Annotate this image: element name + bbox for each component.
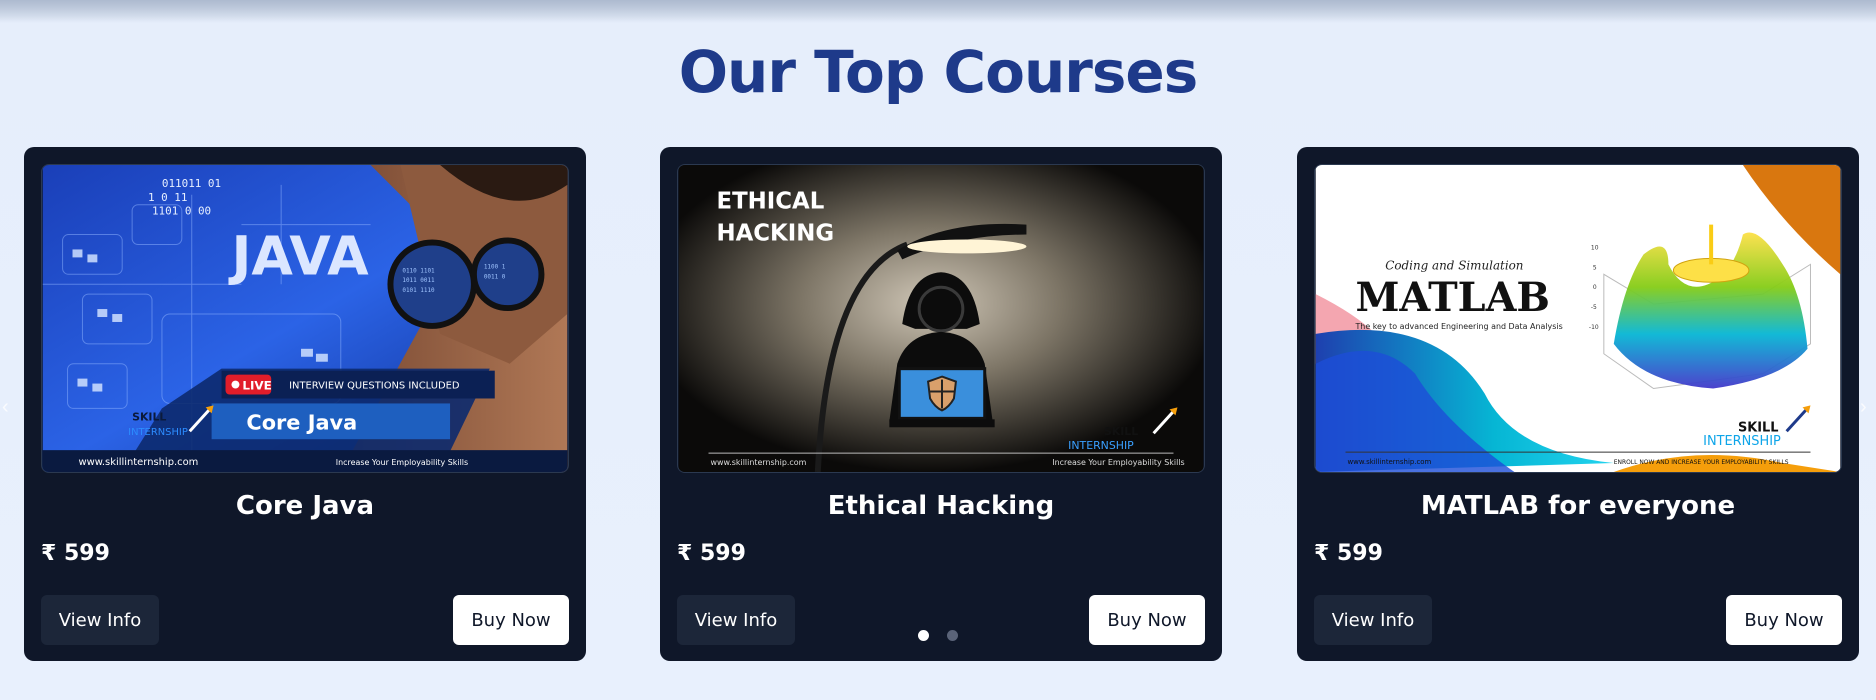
- brand-name: INTERNSHIP: [128, 427, 188, 438]
- banner-footer-tag: ENROLL NOW AND INCREASE YOUR EMPLOYABILI…: [1614, 459, 1789, 466]
- buy-now-button[interactable]: Buy Now: [453, 595, 569, 645]
- banner-tagline: INTERVIEW QUESTIONS INCLUDED: [289, 381, 460, 392]
- axis-tick: 0: [1593, 284, 1597, 291]
- brand-name: SKILL: [1104, 425, 1138, 438]
- binary-text: 1101 0 00: [152, 205, 211, 218]
- buy-now-button[interactable]: Buy Now: [1089, 595, 1205, 645]
- course-card-ethical-hacking: ETHICAL HACKING SKILL INTERNSHIP www.ski…: [660, 147, 1222, 661]
- banner-subline: The key to advanced Engineering and Data…: [1354, 322, 1562, 331]
- svg-text:0110 1101: 0110 1101: [402, 267, 435, 274]
- brand-name: INTERNSHIP: [1703, 434, 1781, 449]
- svg-text:1100 1: 1100 1: [484, 263, 506, 270]
- chevron-right-icon[interactable]: ›: [1860, 395, 1874, 419]
- section-title: Our Top Courses: [678, 38, 1199, 106]
- course-price: ₹ 599: [41, 541, 110, 566]
- brand-name: SKILL: [1738, 420, 1779, 435]
- course-price: ₹ 599: [677, 541, 746, 566]
- view-info-button[interactable]: View Info: [677, 595, 795, 645]
- svg-text:0101 1110: 0101 1110: [402, 287, 435, 294]
- banner-headline: ETHICAL: [716, 189, 824, 215]
- axis-tick: 10: [1591, 244, 1599, 251]
- course-title: Core Java: [235, 491, 375, 521]
- brand-name: SKILL: [132, 410, 166, 423]
- binary-text: 011011 01: [162, 177, 221, 190]
- course-banner-ethical-hacking[interactable]: ETHICAL HACKING SKILL INTERNSHIP www.ski…: [677, 164, 1205, 473]
- banner-headline: MATLAB: [1355, 275, 1550, 321]
- banner-kicker: Coding and Simulation: [1385, 258, 1523, 272]
- axis-tick: 5: [1593, 264, 1597, 271]
- banner-website: www.skillinternship.com: [1348, 458, 1432, 466]
- svg-text:1011 0011: 1011 0011: [402, 277, 435, 284]
- course-banner-core-java[interactable]: 011011 01 1 0 11 1101 0 00 JAVA 0110 110…: [41, 164, 569, 473]
- carousel-dots: [918, 630, 958, 641]
- axis-tick: -10: [1589, 324, 1599, 331]
- header-shadow: [0, 0, 1876, 22]
- banner-website: www.skillinternship.com: [711, 458, 807, 467]
- view-info-button[interactable]: View Info: [41, 595, 159, 645]
- banner-footer-tag: Increase Your Employability Skills: [336, 458, 468, 467]
- view-info-button[interactable]: View Info: [1314, 595, 1432, 645]
- live-badge: LIVE: [242, 379, 271, 393]
- carousel-dot-2[interactable]: [947, 630, 958, 641]
- banner-headline: HACKING: [716, 221, 834, 247]
- banner-website: www.skillinternship.com: [78, 457, 198, 468]
- course-card-matlab: Coding and Simulation MATLAB The key to …: [1297, 147, 1859, 661]
- course-price: ₹ 599: [1314, 541, 1383, 566]
- binary-text: 1 0 11: [148, 191, 187, 204]
- course-title: MATLAB for everyone: [1420, 491, 1736, 521]
- axis-tick: -5: [1591, 304, 1597, 311]
- buy-now-button[interactable]: Buy Now: [1726, 595, 1842, 645]
- course-banner-matlab[interactable]: Coding and Simulation MATLAB The key to …: [1314, 164, 1842, 473]
- brand-name: INTERNSHIP: [1068, 439, 1134, 452]
- banner-course-name: Core Java: [246, 410, 357, 434]
- banner-footer-tag: Increase Your Employability Skills: [1052, 458, 1184, 467]
- chevron-left-icon[interactable]: ‹: [2, 395, 16, 419]
- svg-text:0011 0: 0011 0: [484, 273, 506, 280]
- course-title: Ethical Hacking: [827, 491, 1055, 521]
- carousel-dot-1[interactable]: [918, 630, 929, 641]
- java-headline: JAVA: [227, 224, 369, 287]
- course-card-core-java: 011011 01 1 0 11 1101 0 00 JAVA 0110 110…: [24, 147, 586, 661]
